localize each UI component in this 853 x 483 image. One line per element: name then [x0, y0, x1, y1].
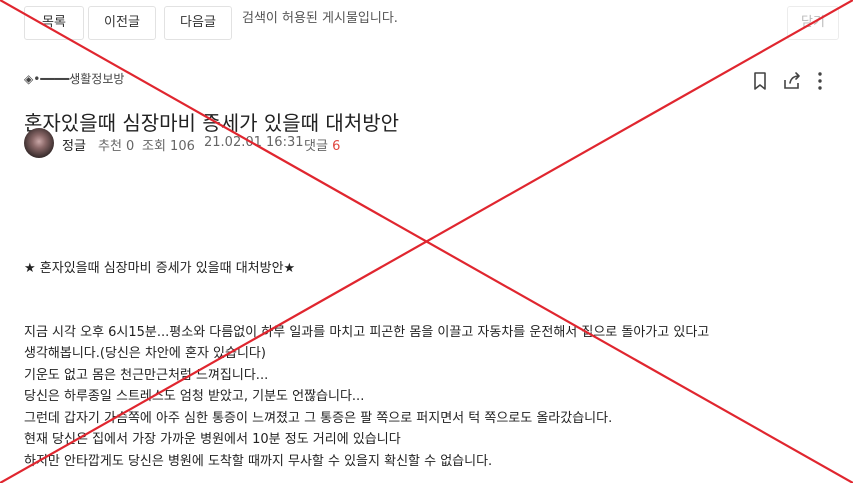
bookmark-icon[interactable] — [749, 70, 771, 92]
close-button[interactable]: 닫기 — [787, 6, 839, 40]
body-subtitle: ★ 혼자있을때 심장마비 증세가 있을때 대처방안★ — [24, 261, 296, 276]
post-actions — [749, 70, 831, 94]
body-line: 하지만 안타깝게도 당신은 병원에 도착할 때까지 무사할 수 있을지 확신할 … — [24, 453, 493, 469]
comment-label: 댓글 — [304, 139, 328, 154]
search-allowed-notice: 검색이 허용된 게시물입니다. — [242, 11, 398, 26]
view-count: 조회 106 — [142, 139, 195, 154]
toolbar: 목록 이전글 다음글 검색이 허용된 게시물입니다. 닫기 — [24, 6, 839, 40]
post-category[interactable]: ◈•━━━━생활정보방 — [24, 70, 124, 87]
body-line: 현재 당신은 집에서 가장 가까운 병원에서 10분 정도 거리에 있습니다 — [24, 432, 401, 447]
next-post-button[interactable]: 다음글 — [164, 6, 232, 40]
avatar[interactable] — [24, 128, 54, 158]
post-meta: 정글 추천 0 조회 106 21.02.01 16:31 댓글 6 — [24, 128, 524, 160]
author-name[interactable]: 정글 — [62, 135, 86, 154]
body-line: 지금 시각 오후 6시15분...평소와 다름없이 하루 일과를 마치고 피곤한… — [24, 324, 710, 340]
post-date: 21.02.01 16:31 — [204, 135, 304, 150]
comment-link[interactable]: 댓글 6 — [304, 135, 340, 154]
share-icon[interactable] — [781, 70, 803, 92]
more-icon[interactable] — [809, 70, 831, 92]
recommend-count: 추천 0 — [98, 139, 135, 154]
comment-count: 6 — [332, 139, 341, 154]
body-line: 생각해봅니다.(당신은 차안에 혼자 있습니다) — [24, 346, 266, 361]
body-line: 기운도 없고 몸은 천근만근처럼 느껴집니다... — [24, 367, 269, 383]
body-line: 그런데 갑자기 가슴쪽에 아주 심한 통증이 느껴졌고 그 통증은 팔 쪽으로 … — [24, 410, 613, 426]
prev-post-button[interactable]: 이전글 — [88, 6, 156, 40]
list-button[interactable]: 목록 — [24, 6, 84, 40]
body-line: 당신은 하루종일 스트레스도 엄청 받았고, 기분도 언짢습니다... — [24, 389, 365, 404]
post-body: ★ 혼자있을때 심장마비 증세가 있을때 대처방안★ 지금 시각 오후 6시15… — [24, 258, 843, 472]
page: 목록 이전글 다음글 검색이 허용된 게시물입니다. 닫기 ◈•━━━━생활정보… — [0, 0, 853, 483]
